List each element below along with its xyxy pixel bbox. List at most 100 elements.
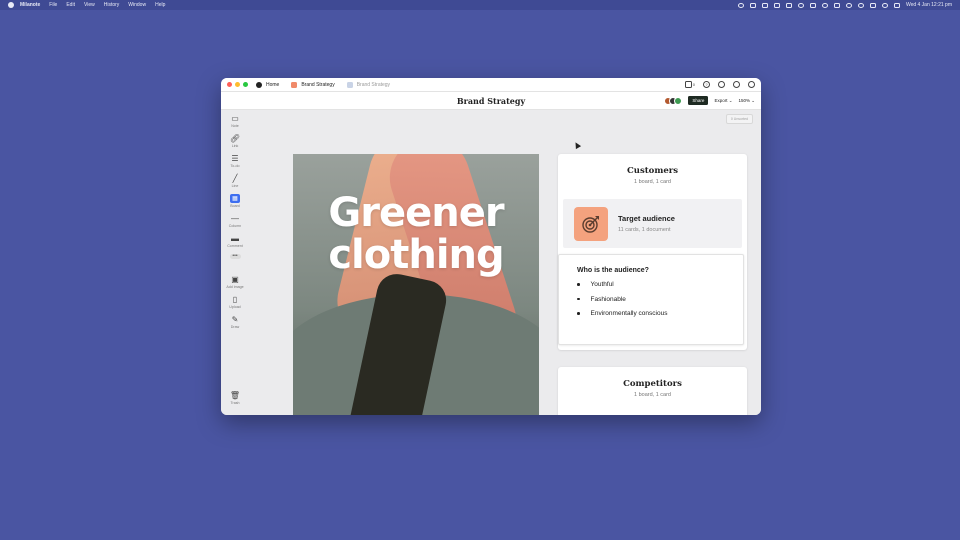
wifi-icon[interactable] bbox=[845, 2, 852, 8]
close-button[interactable] bbox=[227, 82, 232, 87]
tab-bar: Home Brand Strategy Brand Strategy 0 ? bbox=[221, 78, 761, 92]
list-item: Youthful bbox=[577, 281, 725, 288]
bullet-icon bbox=[577, 312, 580, 315]
tool-line[interactable]: ╱ Line bbox=[230, 174, 240, 188]
tab-label: Home bbox=[266, 81, 280, 88]
tool-label: Upload bbox=[229, 305, 241, 309]
target-audience-board[interactable]: Target audience 11 cards, 1 document bbox=[563, 199, 742, 248]
tool-todo[interactable]: ☰ To-do bbox=[230, 154, 240, 168]
competitors-meta: 1 board, 1 card bbox=[634, 392, 671, 398]
tab-home[interactable]: Home bbox=[256, 81, 280, 88]
grid-icon[interactable] bbox=[773, 2, 780, 8]
avatar bbox=[674, 96, 683, 105]
menu-bar: Milanote File Edit View History Window H… bbox=[0, 0, 960, 10]
unsorted-notes-button[interactable]: 0 Unsorted bbox=[725, 114, 753, 124]
line-icon: ╱ bbox=[232, 173, 238, 183]
zoom-button[interactable] bbox=[243, 82, 248, 87]
app-window: Home Brand Strategy Brand Strategy 0 ? B… bbox=[221, 78, 761, 415]
board-canvas[interactable]: ▭ Note 🔗︎ Link ☰ To-do ╱ Line ▦ Board — … bbox=[221, 110, 761, 415]
play-icon[interactable] bbox=[821, 2, 828, 8]
upload-icon: ▯ bbox=[232, 294, 238, 304]
tool-comment[interactable]: ▬ Comment bbox=[227, 234, 243, 248]
siri-icon[interactable] bbox=[893, 2, 900, 8]
menu-history[interactable]: History bbox=[104, 2, 120, 8]
tool-note[interactable]: ▭ Note bbox=[230, 114, 240, 128]
screen-icon[interactable] bbox=[749, 2, 756, 8]
record-icon[interactable] bbox=[737, 2, 744, 8]
tab-brand-strategy[interactable]: Brand Strategy bbox=[291, 81, 335, 88]
tool-trash[interactable]: 🗑︎ Trash bbox=[230, 391, 240, 405]
hero-line-2: clothing bbox=[328, 232, 504, 278]
tool-label: Trash bbox=[230, 401, 240, 405]
display-icon[interactable] bbox=[809, 2, 816, 8]
competitors-title: Competitors bbox=[623, 379, 682, 389]
todo-icon: ☰ bbox=[231, 153, 239, 163]
help-icon[interactable]: ? bbox=[703, 81, 710, 88]
mouse-cursor bbox=[572, 140, 582, 150]
tool-board[interactable]: ▦ Board bbox=[230, 194, 240, 208]
tool-label: Note bbox=[231, 124, 239, 128]
minimize-button[interactable] bbox=[235, 82, 240, 87]
tool-label: Add image bbox=[226, 285, 244, 289]
list-item-text: Youthful bbox=[590, 281, 614, 288]
menu-app-name[interactable]: Milanote bbox=[20, 2, 40, 8]
control-center-icon[interactable] bbox=[869, 2, 876, 8]
competitors-board-card[interactable]: Competitors 1 board, 1 card bbox=[558, 367, 747, 415]
link-icon: 🔗︎ bbox=[229, 133, 241, 143]
menu-edit[interactable]: Edit bbox=[66, 2, 75, 8]
tool-label: To-do bbox=[230, 164, 240, 168]
battery-icon[interactable] bbox=[833, 2, 840, 8]
gear-icon[interactable] bbox=[748, 81, 755, 88]
trash-icon: 🗑︎ bbox=[229, 390, 241, 400]
window-controls bbox=[227, 82, 248, 87]
board-icon bbox=[291, 81, 298, 88]
menu-window[interactable]: Window bbox=[128, 2, 146, 8]
bell-icon[interactable] bbox=[733, 81, 740, 88]
tool-more[interactable]: ••• bbox=[229, 254, 241, 259]
search-icon[interactable] bbox=[718, 81, 725, 88]
milanote-logo-icon bbox=[256, 81, 262, 88]
tool-label: Draw bbox=[230, 325, 240, 329]
clock[interactable]: Wed 4 Jan 12:21 pm bbox=[906, 2, 952, 8]
collaborator-avatars[interactable] bbox=[664, 96, 683, 105]
status-area: Wed 4 Jan 12:21 pm bbox=[737, 2, 952, 8]
hero-image[interactable]: Greener clothing bbox=[293, 154, 539, 415]
app-icon[interactable] bbox=[761, 2, 768, 8]
tool-label: Board bbox=[230, 204, 240, 208]
list-item-text: Environmentally conscious bbox=[590, 310, 668, 317]
phone-count: 0 bbox=[692, 82, 695, 87]
zoom-dropdown[interactable]: 150% ⌄ bbox=[738, 98, 755, 104]
bullet-icon bbox=[577, 283, 580, 286]
more-icon: ••• bbox=[229, 254, 241, 259]
tab-label: Brand Strategy bbox=[301, 81, 335, 88]
search-icon[interactable] bbox=[881, 2, 888, 8]
target-info: Target audience 11 cards, 1 document bbox=[618, 214, 675, 233]
menu-help[interactable]: Help bbox=[155, 2, 165, 8]
list-item-text: Fashionable bbox=[590, 295, 626, 303]
tool-upload[interactable]: ▯ Upload bbox=[229, 295, 240, 309]
dropbox-icon[interactable] bbox=[785, 2, 792, 8]
audience-heading: Who is the audience? bbox=[577, 267, 649, 274]
tool-label: Column bbox=[228, 224, 242, 228]
settings-icon[interactable] bbox=[797, 2, 804, 8]
audience-note-card[interactable]: Who is the audience? Youthful Fashionabl… bbox=[558, 254, 744, 345]
target-icon bbox=[574, 206, 608, 241]
apple-icon[interactable] bbox=[8, 2, 14, 8]
customers-board-card[interactable]: Customers 1 board, 1 card Target audienc… bbox=[558, 154, 747, 350]
menu-file[interactable]: File bbox=[49, 2, 57, 8]
bluetooth-icon[interactable] bbox=[857, 2, 864, 8]
menu-view[interactable]: View bbox=[84, 2, 95, 8]
list-item: Environmentally conscious bbox=[577, 310, 725, 317]
tool-label: Line bbox=[231, 184, 239, 188]
tool-link[interactable]: 🔗︎ Link bbox=[230, 134, 240, 148]
bullet-icon bbox=[577, 297, 580, 301]
tool-add-image[interactable]: ▣ Add image bbox=[226, 275, 243, 289]
tool-sidebar: ▭ Note 🔗︎ Link ☰ To-do ╱ Line ▦ Board — … bbox=[225, 114, 245, 405]
tool-draw[interactable]: ✎ Draw bbox=[230, 315, 240, 329]
mobile-indicator[interactable]: 0 bbox=[684, 81, 695, 88]
export-button[interactable]: Export ⌄ bbox=[714, 98, 732, 104]
tab-label: Brand Strategy bbox=[356, 81, 391, 88]
share-button[interactable]: Share bbox=[688, 96, 709, 105]
tool-column[interactable]: — Column bbox=[229, 214, 241, 228]
tab-brand-strategy-inactive[interactable]: Brand Strategy bbox=[346, 81, 391, 88]
